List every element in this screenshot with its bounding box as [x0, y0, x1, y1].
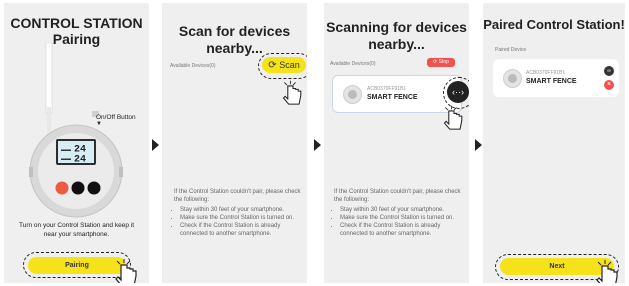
link-button[interactable]: ∞	[604, 66, 614, 76]
device-icon	[508, 74, 517, 83]
remove-button[interactable]: ×	[604, 80, 614, 90]
device-id: ACB0370FF91B1	[526, 70, 566, 76]
help-intro: If the Control Station couldn't pair, pl…	[334, 189, 461, 203]
device-id: ACB0370FF91B1	[367, 86, 407, 92]
pointer-hand-icon	[282, 80, 302, 105]
page-title: Scanning for devices nearby...	[324, 19, 469, 53]
panel-pairing: CONTROL STATION Pairing ▬▬ ▬▬ 24 24 On/O…	[4, 3, 149, 283]
available-devices-label: Available Devices(0)	[170, 63, 216, 69]
device-icon	[348, 90, 357, 99]
pointer-hand-icon	[596, 260, 618, 283]
title-line-1: Scanning for devices	[326, 19, 467, 35]
flow-arrow-icon	[475, 139, 482, 151]
close-icon: ×	[606, 81, 612, 88]
svg-text:▬▬: ▬▬	[61, 147, 71, 153]
stop-button[interactable]: ⟳ Stop	[427, 58, 455, 67]
pairing-button-label: Pairing	[65, 262, 89, 269]
page-title: Scan for devices nearby...	[162, 23, 307, 57]
control-station-illustration: ▬▬ ▬▬ 24 24	[29, 43, 123, 218]
help-item: Make sure the Control Station is turned …	[180, 214, 301, 222]
help-intro: If the Control Station couldn't pair, pl…	[174, 189, 301, 203]
help-item: Check if the Control Station is already …	[340, 222, 463, 238]
panel-paired: Paired Control Station! Paired Device AC…	[483, 3, 625, 283]
paired-device-card[interactable]: ACB0370FF91B1 SMART FENCE ∞ ×	[493, 59, 619, 97]
title-line-2: nearby...	[368, 36, 425, 52]
available-devices-label: Available Devices(0)	[330, 61, 376, 67]
paired-device-label: Paired Device	[495, 47, 527, 53]
flow-arrow-icon	[152, 139, 159, 151]
help-item: Make sure the Control Station is turned …	[340, 214, 463, 222]
troubleshooting-help: If the Control Station couldn't pair, pl…	[174, 188, 301, 238]
scan-button-label: Scan	[279, 60, 300, 70]
arrow-down-icon: ▼	[96, 121, 102, 127]
help-item: Check if the Control Station is already …	[180, 222, 301, 238]
device-avatar	[343, 85, 362, 104]
help-item: Stay within 30 feet of your smartphone.	[340, 206, 463, 214]
device-name: SMART FENCE	[367, 94, 418, 101]
refresh-icon: ⟳	[268, 60, 277, 71]
scan-button[interactable]: ⟳ Scan	[262, 57, 306, 73]
panel-scanning: Scanning for devices nearby... Available…	[324, 3, 469, 283]
pointer-hand-icon	[443, 105, 463, 130]
next-button-label: Next	[549, 263, 565, 270]
panel-scan: Scan for devices nearby... Available Dev…	[162, 3, 307, 283]
stop-button-label: Stop	[438, 59, 449, 65]
title-line-1: Scan for devices	[178, 23, 291, 39]
device-avatar	[503, 69, 522, 88]
on-off-button-label: On/Off Button ▼	[96, 114, 136, 127]
title-line-1: CONTROL STATION	[10, 15, 143, 31]
flow-arrow-icon	[314, 139, 321, 151]
svg-text:▬▬: ▬▬	[61, 156, 71, 162]
link-icon: ∞	[607, 68, 611, 74]
troubleshooting-help: If the Control Station couldn't pair, pl…	[334, 188, 463, 238]
instruction-text: Turn on your Control Station and keep it…	[18, 222, 135, 238]
lcd-row-2: 24	[74, 155, 86, 166]
on-off-label-text: On/Off Button	[96, 114, 136, 121]
refresh-icon: ⟳	[433, 59, 438, 65]
device-name: SMART FENCE	[526, 78, 577, 85]
pointer-hand-icon	[115, 259, 137, 283]
link-button[interactable]: ‹··›	[447, 81, 469, 103]
page-title: Paired Control Station!	[483, 17, 625, 32]
link-icon: ‹··›	[452, 87, 464, 97]
help-item: Stay within 30 feet of your smartphone.	[180, 206, 301, 214]
